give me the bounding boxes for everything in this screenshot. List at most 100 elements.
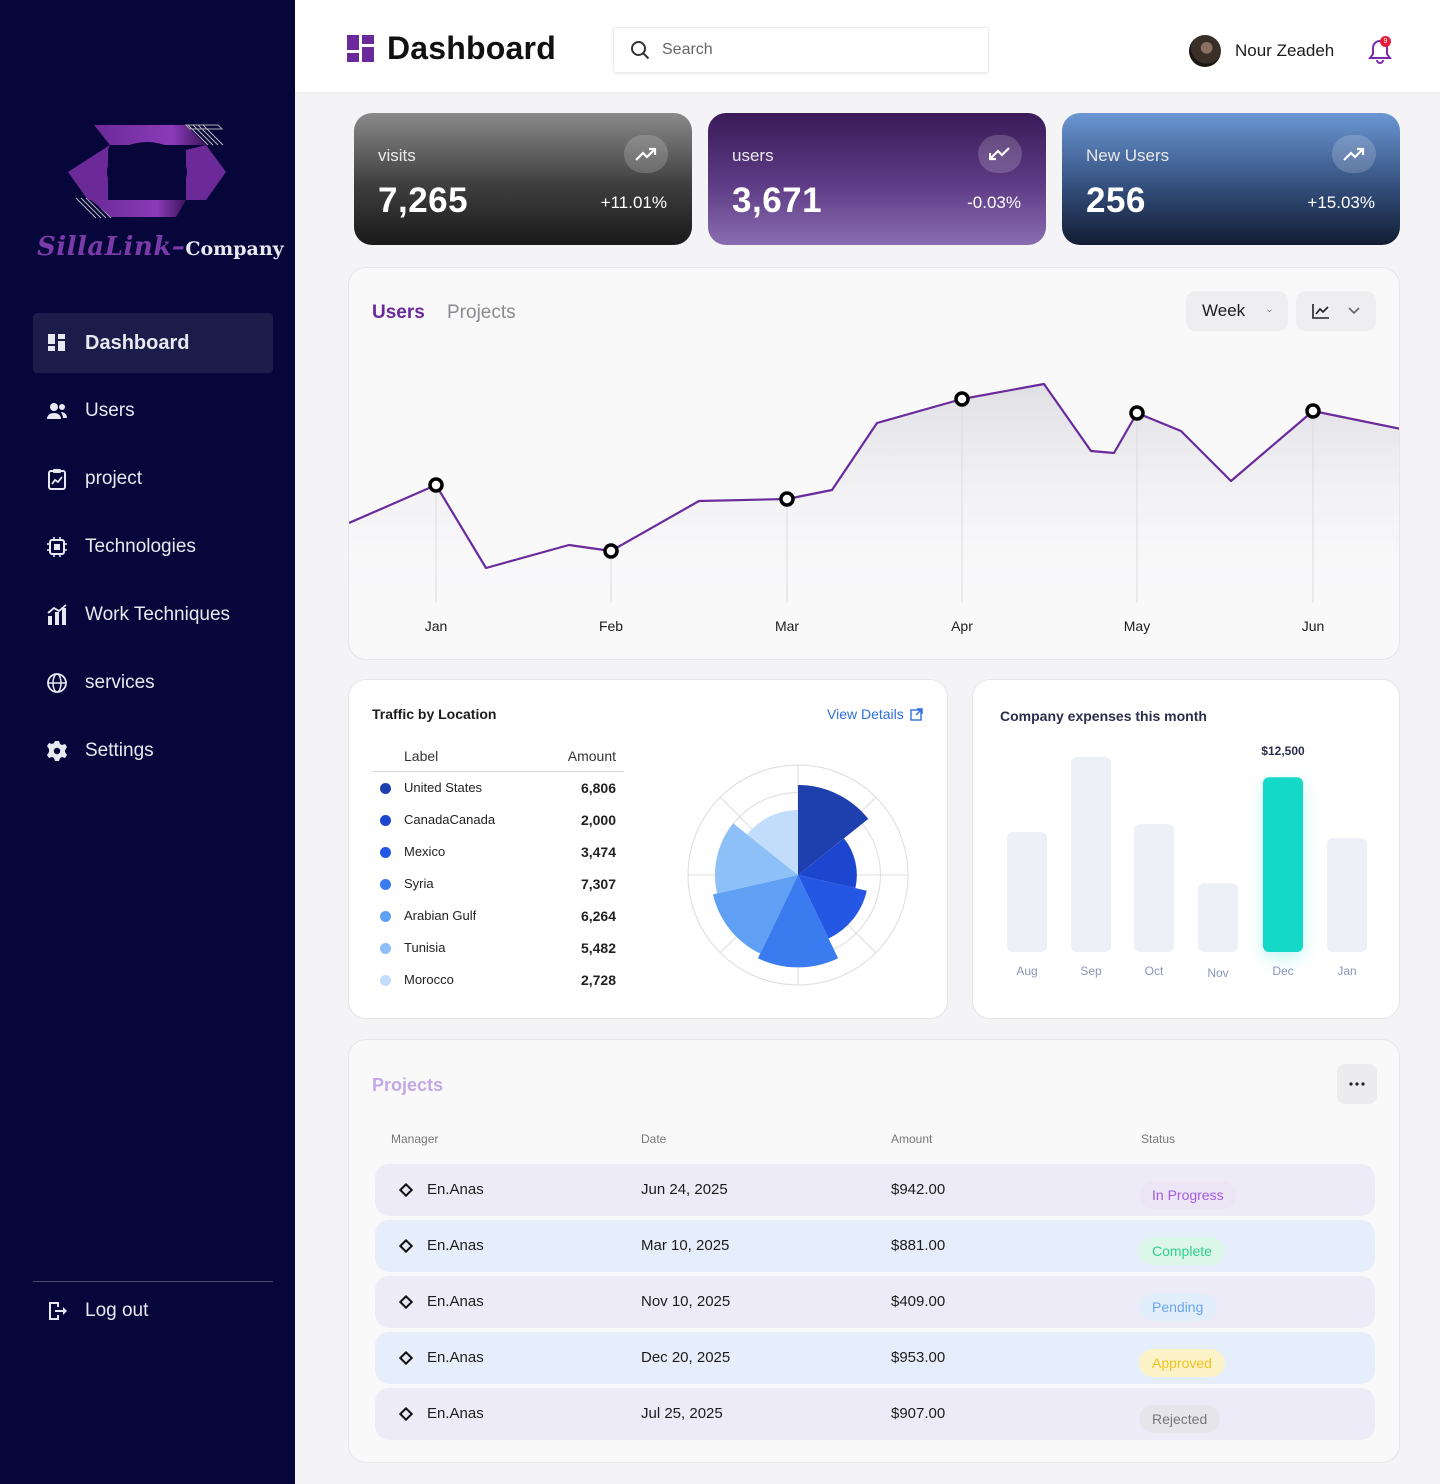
list-item: Syria 7,307 [372,868,624,900]
x-tick-label: Aug [1016,964,1037,978]
list-item: Tunisia 5,482 [372,932,624,964]
stat-label: New Users [1086,146,1170,165]
sidebar-item-label: Dashboard [85,331,190,354]
x-tick-label: Nov [1207,966,1228,980]
data-point[interactable] [779,491,795,507]
status-badge: Rejected [1139,1405,1221,1433]
diamond-icon [399,1183,413,1197]
expenses-bar-chart: Aug Sep Oct Nov Dec Jan $12,500 [1007,744,1367,980]
amount-cell: $953.00 [891,1349,946,1366]
logout-label: Log out [85,1300,149,1321]
avatar[interactable] [1189,35,1221,67]
bar-chart-icon [46,604,68,626]
logout-button[interactable]: Log out [33,1281,273,1341]
table-row[interactable]: En.Anas Jul 25, 2025 $907.00 Rejected [375,1388,1375,1440]
location-name: Mexico [404,844,446,859]
search-box[interactable] [613,27,989,73]
stat-label: users [732,146,774,165]
globe-icon [46,672,68,694]
legend-dot [380,783,391,794]
clipboard-chart-icon [46,468,68,490]
legend-dot [380,879,391,890]
stat-card-new-users: New Users 256 +15.03% [1062,113,1400,245]
x-tick-label: Jan [425,618,448,634]
location-amount: 5,482 [580,940,616,956]
amount-cell: $881.00 [891,1237,946,1254]
line-area [349,384,1399,608]
legend-dot [380,815,391,826]
trend-down-button[interactable] [978,135,1022,173]
x-tick-label: Jun [1302,618,1325,634]
manager-cell: En.Anas [427,1405,484,1422]
sidebar-item-label: project [85,468,143,489]
x-tick-label: Apr [951,618,973,634]
view-details-link[interactable]: View Details [827,706,923,722]
status-badge: Approved [1139,1349,1225,1377]
company-name: SillaLink–Company [37,232,284,262]
amount-cell: $942.00 [891,1181,946,1198]
col-date: Date [641,1132,667,1146]
stat-change: +11.01% [600,193,667,212]
status-badge: In Progress [1139,1181,1237,1209]
sidebar-item-services[interactable]: services [33,653,273,713]
bar[interactable] [1134,824,1174,952]
location-name: Syria [404,876,434,891]
user-name[interactable]: Nour Zeadeh [1235,41,1334,61]
x-tick-label: Sep [1080,964,1102,978]
table-row[interactable]: En.Anas Dec 20, 2025 $953.00 Approved [375,1332,1375,1384]
sidebar-item-users[interactable]: Users [33,381,273,441]
bar[interactable] [1327,838,1367,952]
sidebar-item-label: Users [85,400,135,421]
location-name: United States [404,780,483,795]
data-point[interactable] [428,477,444,493]
bar[interactable] [1071,757,1111,952]
data-point[interactable] [1129,405,1145,421]
tab-projects[interactable]: Projects [447,302,516,324]
sidebar-item-work-techniques[interactable]: Work Techniques [33,585,273,645]
traffic-table-body: United States 6,806 CanadaCanada 2,000 Mex… [372,772,624,996]
sidebar-item-dashboard[interactable]: Dashboard [33,313,273,373]
trend-up-button[interactable] [624,135,668,173]
stat-label: visits [378,146,416,165]
sidebar-item-label: Work Techniques [85,604,231,625]
search-input[interactable] [662,41,962,59]
list-item: Arabian Gulf 6,264 [372,900,624,932]
notification-badge: 9 [1380,36,1391,47]
bar[interactable] [1007,831,1047,952]
location-amount: 2,728 [580,972,616,988]
bar[interactable] [1263,777,1303,952]
date-cell: Jun 24, 2025 [641,1181,728,1198]
bar[interactable] [1198,883,1238,952]
col-status: Status [1141,1132,1176,1146]
traffic-title: Traffic by Location [372,706,497,722]
stat-value: 256 [1086,181,1146,220]
tab-users[interactable]: Users [372,302,425,324]
manager-cell: En.Anas [427,1181,484,1198]
table-row[interactable]: En.Anas Jun 24, 2025 $942.00 In Progress [375,1164,1375,1216]
more-options-button[interactable] [1337,1064,1377,1104]
amount-cell: $409.00 [891,1293,946,1310]
manager-cell: En.Anas [427,1349,484,1366]
data-point[interactable] [603,543,619,559]
col-amount: Amount [891,1132,933,1146]
traffic-table-header: Label Amount [372,746,624,772]
table-row[interactable]: En.Anas Nov 10, 2025 $409.00 Pending [375,1276,1375,1328]
sidebar-item-technologies[interactable]: Technologies [33,517,273,577]
location-amount: 6,806 [580,780,616,796]
sidebar-item-label: Technologies [85,536,196,557]
trend-up-button[interactable] [1332,135,1376,173]
top-header: Dashboard Nour Zeadeh 9 [295,0,1440,92]
table-row[interactable]: En.Anas Mar 10, 2025 $881.00 Complete [375,1220,1375,1272]
period-value: Week [1202,301,1246,320]
chart-type-dropdown[interactable] [1296,291,1376,331]
location-name: CanadaCanada [404,812,496,827]
data-point[interactable] [1305,403,1321,419]
location-amount: 6,264 [580,908,616,924]
stat-value: 3,671 [732,181,823,220]
location-amount: 3,474 [580,844,616,860]
period-dropdown[interactable]: Week [1186,291,1288,331]
sidebar-item-project[interactable]: project [33,449,273,509]
sidebar-item-settings[interactable]: Settings [33,721,273,781]
data-point[interactable] [954,391,970,407]
notifications-button[interactable]: 9 [1368,36,1392,65]
